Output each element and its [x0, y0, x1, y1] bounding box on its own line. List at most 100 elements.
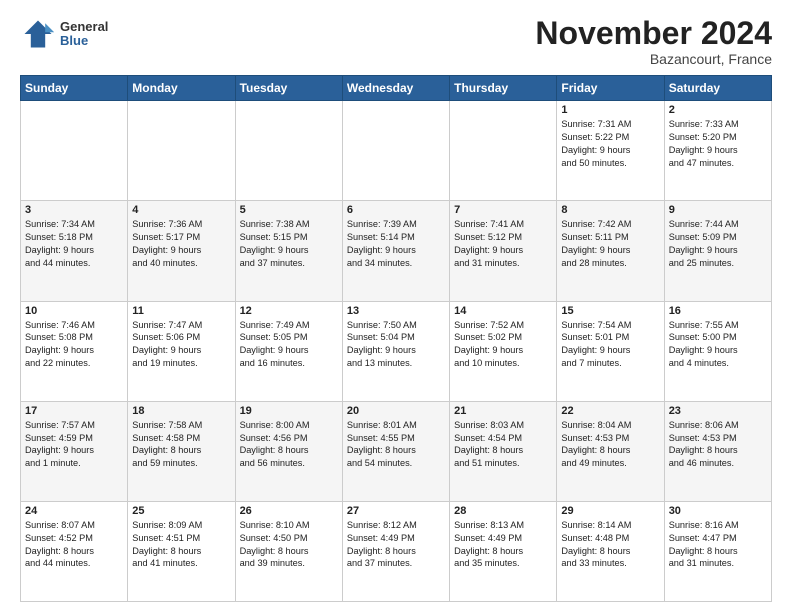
day-number: 19	[240, 405, 338, 417]
calendar-body: 1 Sunrise: 7:31 AM Sunset: 5:22 PM Daylig…	[21, 101, 772, 602]
calendar-cell: 3 Sunrise: 7:34 AM Sunset: 5:18 PM Daylig…	[21, 201, 128, 301]
day-info: Sunrise: 8:12 AM Sunset: 4:49 PM Dayligh…	[347, 519, 445, 571]
calendar-cell: 29 Sunrise: 8:14 AM Sunset: 4:48 PM Dayli…	[557, 501, 664, 601]
day-number: 28	[454, 505, 552, 517]
logo-blue: Blue	[60, 34, 108, 48]
col-friday: Friday	[557, 76, 664, 101]
col-sunday: Sunday	[21, 76, 128, 101]
calendar-cell: 4Sunrise: 7:36 AM Sunset: 5:17 PM Daylig…	[128, 201, 235, 301]
location: Bazancourt, France	[535, 51, 772, 67]
calendar-cell: 2 Sunrise: 7:33 AM Sunset: 5:20 PM Daylig…	[664, 101, 771, 201]
calendar-cell: 21 Sunrise: 8:03 AM Sunset: 4:54 PM Dayli…	[450, 401, 557, 501]
logo: General Blue	[20, 16, 108, 52]
calendar-cell: 6 Sunrise: 7:39 AM Sunset: 5:14 PM Daylig…	[342, 201, 449, 301]
day-info: Sunrise: 7:57 AM Sunset: 4:59 PM Dayligh…	[25, 419, 123, 471]
day-info: Sunrise: 7:44 AM Sunset: 5:09 PM Dayligh…	[669, 218, 767, 270]
calendar-cell: 9 Sunrise: 7:44 AM Sunset: 5:09 PM Daylig…	[664, 201, 771, 301]
calendar-cell: 18Sunrise: 7:58 AM Sunset: 4:58 PM Dayli…	[128, 401, 235, 501]
calendar-cell: 5Sunrise: 7:38 AM Sunset: 5:15 PM Daylig…	[235, 201, 342, 301]
day-info: Sunrise: 8:14 AM Sunset: 4:48 PM Dayligh…	[561, 519, 659, 571]
calendar-cell: 26Sunrise: 8:10 AM Sunset: 4:50 PM Dayli…	[235, 501, 342, 601]
calendar-cell: 24Sunrise: 8:07 AM Sunset: 4:52 PM Dayli…	[21, 501, 128, 601]
header-row: Sunday Monday Tuesday Wednesday Thursday…	[21, 76, 772, 101]
day-number: 30	[669, 505, 767, 517]
day-info: Sunrise: 8:01 AM Sunset: 4:55 PM Dayligh…	[347, 419, 445, 471]
day-number: 3	[25, 204, 123, 216]
calendar-cell	[128, 101, 235, 201]
calendar-row-1: 3 Sunrise: 7:34 AM Sunset: 5:18 PM Daylig…	[21, 201, 772, 301]
day-info: Sunrise: 7:33 AM Sunset: 5:20 PM Dayligh…	[669, 118, 767, 170]
calendar-cell: 16 Sunrise: 7:55 AM Sunset: 5:00 PM Dayli…	[664, 301, 771, 401]
calendar-cell: 25Sunrise: 8:09 AM Sunset: 4:51 PM Dayli…	[128, 501, 235, 601]
day-number: 7	[454, 204, 552, 216]
day-number: 14	[454, 305, 552, 317]
day-number: 18	[132, 405, 230, 417]
day-info: Sunrise: 7:50 AM Sunset: 5:04 PM Dayligh…	[347, 319, 445, 371]
calendar-cell: 11Sunrise: 7:47 AM Sunset: 5:06 PM Dayli…	[128, 301, 235, 401]
calendar-cell: 8Sunrise: 7:42 AM Sunset: 5:11 PM Daylig…	[557, 201, 664, 301]
calendar-header: Sunday Monday Tuesday Wednesday Thursday…	[21, 76, 772, 101]
day-number: 9	[669, 204, 767, 216]
calendar-cell: 10 Sunrise: 7:46 AM Sunset: 5:08 PM Dayli…	[21, 301, 128, 401]
day-number: 29	[561, 505, 659, 517]
header: General Blue November 2024 Bazancourt, F…	[20, 16, 772, 67]
col-tuesday: Tuesday	[235, 76, 342, 101]
page: General Blue November 2024 Bazancourt, F…	[0, 0, 792, 612]
day-number: 10	[25, 305, 123, 317]
day-number: 4	[132, 204, 230, 216]
day-number: 13	[347, 305, 445, 317]
day-number: 11	[132, 305, 230, 317]
calendar-cell	[450, 101, 557, 201]
day-number: 16	[669, 305, 767, 317]
day-number: 23	[669, 405, 767, 417]
logo-general: General	[60, 20, 108, 34]
calendar-cell: 14Sunrise: 7:52 AM Sunset: 5:02 PM Dayli…	[450, 301, 557, 401]
calendar-cell: 17 Sunrise: 7:57 AM Sunset: 4:59 PM Dayli…	[21, 401, 128, 501]
day-info: Sunrise: 7:42 AM Sunset: 5:11 PM Dayligh…	[561, 218, 659, 270]
day-number: 15	[561, 305, 659, 317]
calendar-cell: 23 Sunrise: 8:06 AM Sunset: 4:53 PM Dayli…	[664, 401, 771, 501]
calendar-cell: 30Sunrise: 8:16 AM Sunset: 4:47 PM Dayli…	[664, 501, 771, 601]
day-info: Sunrise: 7:49 AM Sunset: 5:05 PM Dayligh…	[240, 319, 338, 371]
day-info: Sunrise: 7:41 AM Sunset: 5:12 PM Dayligh…	[454, 218, 552, 270]
calendar-cell: 12 Sunrise: 7:49 AM Sunset: 5:05 PM Dayli…	[235, 301, 342, 401]
day-info: Sunrise: 7:55 AM Sunset: 5:00 PM Dayligh…	[669, 319, 767, 371]
title-block: November 2024 Bazancourt, France	[535, 16, 772, 67]
day-number: 2	[669, 104, 767, 116]
col-wednesday: Wednesday	[342, 76, 449, 101]
day-info: Sunrise: 7:46 AM Sunset: 5:08 PM Dayligh…	[25, 319, 123, 371]
day-number: 27	[347, 505, 445, 517]
day-number: 21	[454, 405, 552, 417]
day-info: Sunrise: 8:03 AM Sunset: 4:54 PM Dayligh…	[454, 419, 552, 471]
day-number: 17	[25, 405, 123, 417]
day-info: Sunrise: 7:54 AM Sunset: 5:01 PM Dayligh…	[561, 319, 659, 371]
day-info: Sunrise: 8:13 AM Sunset: 4:49 PM Dayligh…	[454, 519, 552, 571]
calendar-cell: 28 Sunrise: 8:13 AM Sunset: 4:49 PM Dayli…	[450, 501, 557, 601]
calendar-row-0: 1 Sunrise: 7:31 AM Sunset: 5:22 PM Daylig…	[21, 101, 772, 201]
calendar-cell	[235, 101, 342, 201]
day-number: 26	[240, 505, 338, 517]
day-info: Sunrise: 8:06 AM Sunset: 4:53 PM Dayligh…	[669, 419, 767, 471]
logo-icon	[20, 16, 56, 52]
calendar-cell: 15 Sunrise: 7:54 AM Sunset: 5:01 PM Dayli…	[557, 301, 664, 401]
day-number: 20	[347, 405, 445, 417]
day-number: 12	[240, 305, 338, 317]
col-monday: Monday	[128, 76, 235, 101]
calendar-row-2: 10 Sunrise: 7:46 AM Sunset: 5:08 PM Dayli…	[21, 301, 772, 401]
calendar-cell	[342, 101, 449, 201]
day-info: Sunrise: 7:34 AM Sunset: 5:18 PM Dayligh…	[25, 218, 123, 270]
logo-text: General Blue	[60, 20, 108, 49]
day-info: Sunrise: 7:39 AM Sunset: 5:14 PM Dayligh…	[347, 218, 445, 270]
calendar-row-3: 17 Sunrise: 7:57 AM Sunset: 4:59 PM Dayli…	[21, 401, 772, 501]
day-number: 25	[132, 505, 230, 517]
month-title: November 2024	[535, 16, 772, 51]
calendar-cell: 22Sunrise: 8:04 AM Sunset: 4:53 PM Dayli…	[557, 401, 664, 501]
calendar-cell: 27 Sunrise: 8:12 AM Sunset: 4:49 PM Dayli…	[342, 501, 449, 601]
day-info: Sunrise: 7:31 AM Sunset: 5:22 PM Dayligh…	[561, 118, 659, 170]
day-number: 6	[347, 204, 445, 216]
col-saturday: Saturday	[664, 76, 771, 101]
calendar-cell: 19Sunrise: 8:00 AM Sunset: 4:56 PM Dayli…	[235, 401, 342, 501]
calendar-cell: 20 Sunrise: 8:01 AM Sunset: 4:55 PM Dayli…	[342, 401, 449, 501]
day-number: 1	[561, 104, 659, 116]
day-info: Sunrise: 8:07 AM Sunset: 4:52 PM Dayligh…	[25, 519, 123, 571]
